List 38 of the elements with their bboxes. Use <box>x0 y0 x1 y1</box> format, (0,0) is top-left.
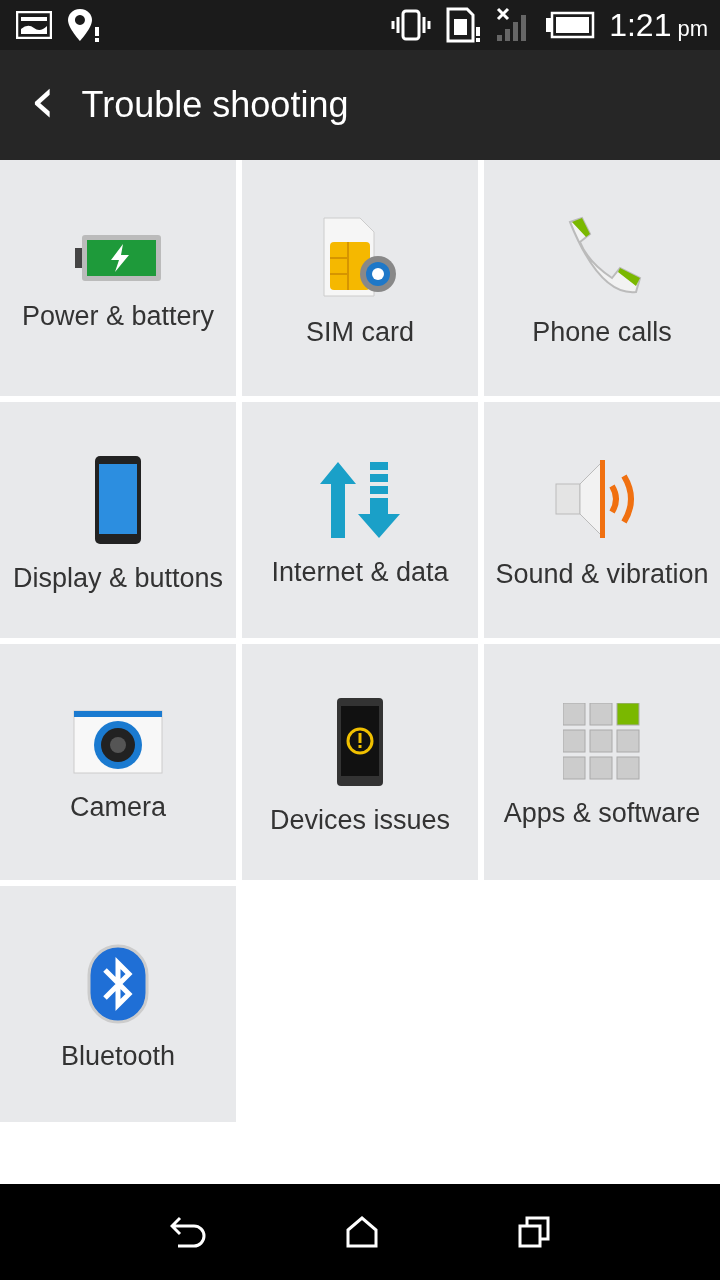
clock-period: pm <box>677 16 708 42</box>
tile-label: Camera <box>69 791 167 824</box>
category-tile[interactable]: Sound & vibration <box>484 402 720 638</box>
category-tile[interactable]: Display & buttons <box>0 402 236 638</box>
tile-label: Phone calls <box>531 316 673 349</box>
smartphone-icon <box>93 454 143 546</box>
app-grid-icon <box>563 703 641 781</box>
up-down-arrows-icon <box>318 460 402 540</box>
tile-label: Apps & software <box>502 797 702 830</box>
camera-icon <box>72 709 164 775</box>
sim-alert-icon <box>445 7 482 43</box>
tile-label: Bluetooth <box>59 1040 177 1073</box>
battery-icon <box>545 11 596 39</box>
phone-warning-icon <box>335 696 385 788</box>
tile-label: Power & battery <box>20 300 216 333</box>
category-tile[interactable]: Phone calls <box>484 160 720 396</box>
back-icon[interactable] <box>170 1216 206 1248</box>
page-title: Trouble shooting <box>81 84 349 126</box>
tile-label: Devices issues <box>268 804 452 837</box>
location-alert-icon <box>66 7 102 43</box>
back-button[interactable]: ‹ <box>26 68 60 142</box>
recent-apps-icon[interactable] <box>518 1216 550 1248</box>
vibrate-icon <box>391 9 432 41</box>
tile-label: Display & buttons <box>11 562 225 595</box>
clock-time: 1:21 <box>609 6 672 44</box>
category-tile[interactable]: Devices issues <box>242 644 478 880</box>
category-tile[interactable]: Power & battery <box>0 160 236 396</box>
category-tile[interactable]: SIM card <box>242 160 478 396</box>
battery-icon <box>73 232 163 284</box>
tile-label: Sound & vibration <box>494 558 710 591</box>
category-tile[interactable]: Apps & software <box>484 644 720 880</box>
tile-label: SIM card <box>305 316 415 349</box>
category-tile[interactable]: Bluetooth <box>0 886 236 1122</box>
category-tile[interactable]: Camera <box>0 644 236 880</box>
tile-label: Internet & data <box>270 556 450 589</box>
category-tile[interactable]: Internet & data <box>242 402 478 638</box>
home-icon[interactable] <box>346 1216 378 1248</box>
image-icon <box>16 11 52 39</box>
